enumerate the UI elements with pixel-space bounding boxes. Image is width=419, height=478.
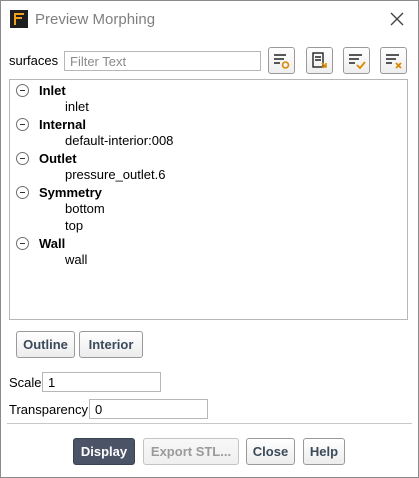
scale-label: Scale [9, 375, 42, 390]
tree-group-label[interactable]: Inlet [39, 83, 66, 98]
app-icon [10, 10, 28, 28]
tree-item-default-interior[interactable]: default-interior:008 [65, 133, 173, 148]
export-stl-button[interactable]: Export STL... [143, 438, 239, 465]
surfaces-tree: Inlet inlet Internal default-interior:00… [9, 79, 408, 320]
help-button[interactable]: Help [303, 438, 345, 465]
tree-item-inlet[interactable]: inlet [65, 99, 89, 114]
tree-group-label[interactable]: Outlet [39, 151, 77, 166]
scale-input[interactable] [42, 372, 161, 392]
tree-item-bottom[interactable]: bottom [65, 201, 105, 216]
filter-text-input[interactable] [64, 51, 261, 71]
preview-morphing-dialog: Preview Morphing surfaces Filter Text In… [0, 0, 419, 478]
tree-group-label[interactable]: Wall [39, 236, 65, 251]
select-flagged-button[interactable] [306, 47, 333, 74]
window-title: Preview Morphing [35, 11, 156, 28]
surfaces-label: surfaces [9, 53, 59, 68]
display-button[interactable]: Display [73, 438, 135, 465]
filter-settings-button[interactable] [268, 47, 295, 74]
tree-group-label[interactable]: Internal [39, 117, 86, 132]
deselect-all-button[interactable] [380, 47, 407, 74]
tree-group-label[interactable]: Symmetry [39, 185, 102, 200]
collapse-icon[interactable] [16, 84, 29, 97]
footer-divider [7, 423, 412, 424]
transparency-label: Transparency [9, 402, 88, 417]
title-bar: Preview Morphing [1, 1, 418, 39]
collapse-icon[interactable] [16, 118, 29, 131]
transparency-input[interactable] [89, 399, 208, 419]
outline-button[interactable]: Outline [16, 331, 75, 358]
close-icon[interactable] [388, 10, 406, 28]
collapse-icon[interactable] [16, 186, 29, 199]
close-button[interactable]: Close [246, 438, 295, 465]
tree-item-top[interactable]: top [65, 218, 83, 233]
collapse-icon[interactable] [16, 152, 29, 165]
tree-item-wall[interactable]: wall [65, 252, 87, 267]
tree-item-pressure-outlet[interactable]: pressure_outlet.6 [65, 167, 165, 182]
select-all-button[interactable] [343, 47, 370, 74]
interior-button[interactable]: Interior [79, 331, 143, 358]
collapse-icon[interactable] [16, 237, 29, 250]
